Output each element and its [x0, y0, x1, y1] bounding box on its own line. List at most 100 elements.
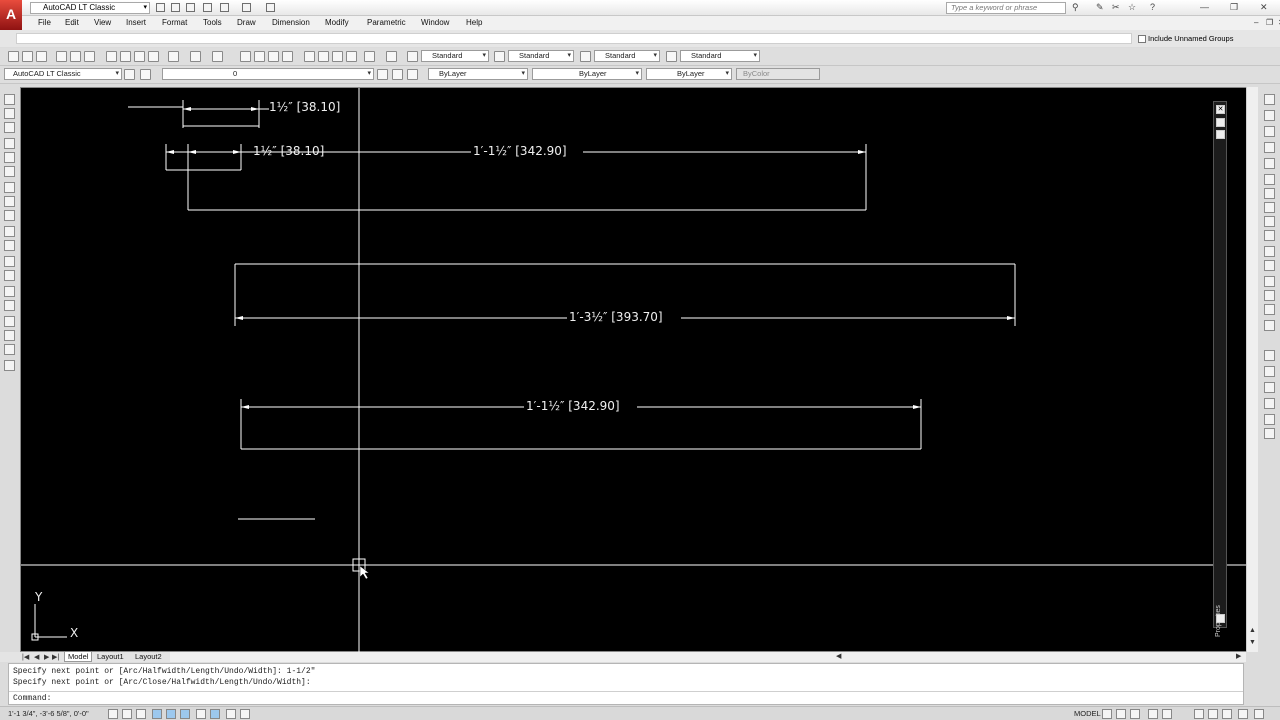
- plot-icon[interactable]: [266, 3, 275, 12]
- close-icon[interactable]: ✕: [1216, 105, 1225, 114]
- send-to-back-icon[interactable]: [1264, 382, 1275, 393]
- new-icon[interactable]: [8, 51, 19, 62]
- restore-icon[interactable]: ❐: [1230, 2, 1238, 13]
- menu-format[interactable]: Format: [162, 18, 187, 27]
- last-tab-icon[interactable]: ▶|: [52, 653, 59, 661]
- mdi-restore-icon[interactable]: ❐: [1266, 18, 1273, 27]
- application-menu-button[interactable]: A: [0, 0, 22, 30]
- menu-edit[interactable]: Edit: [65, 18, 79, 27]
- dynamic-ucs-icon[interactable]: [196, 709, 206, 719]
- rotate-icon[interactable]: [1264, 188, 1275, 199]
- properties-icon[interactable]: [1216, 614, 1225, 623]
- quick-properties-icon[interactable]: [240, 709, 250, 719]
- object-snap-tracking-icon[interactable]: [180, 709, 190, 719]
- undo-icon[interactable]: [220, 3, 229, 12]
- copy-object-icon[interactable]: [1264, 110, 1275, 121]
- previous-tab-icon[interactable]: ◀: [34, 653, 39, 661]
- zoom-window-icon[interactable]: [268, 51, 279, 62]
- polyline-icon[interactable]: [4, 122, 15, 133]
- explode-icon[interactable]: [1264, 320, 1275, 331]
- gradient-icon[interactable]: [4, 316, 15, 327]
- make-block-icon[interactable]: [4, 270, 15, 281]
- dynamic-input-icon[interactable]: [210, 709, 220, 719]
- spline-icon[interactable]: [4, 210, 15, 221]
- stretch-icon[interactable]: [1264, 216, 1275, 227]
- save-icon[interactable]: [36, 51, 47, 62]
- grid-display-icon[interactable]: [122, 709, 132, 719]
- ortho-mode-icon[interactable]: [136, 709, 146, 719]
- revision-cloud-icon[interactable]: [4, 196, 15, 207]
- menu-dimension[interactable]: Dimension: [272, 18, 310, 27]
- object-snap-icon[interactable]: [166, 709, 176, 719]
- menu-modify[interactable]: Modify: [325, 18, 349, 27]
- menu-parametric[interactable]: Parametric: [367, 18, 406, 27]
- auto-scale-icon[interactable]: [1162, 709, 1172, 719]
- color-select[interactable]: ByLayer ▾: [428, 68, 528, 80]
- scroll-right-icon[interactable]: ▶: [1236, 652, 1241, 660]
- bring-to-front-icon[interactable]: [1264, 366, 1275, 377]
- model-space-button[interactable]: MODEL: [1074, 709, 1101, 718]
- chamfer-icon[interactable]: [1264, 290, 1275, 301]
- move-icon[interactable]: [1264, 174, 1275, 185]
- table-style-icon[interactable]: [580, 51, 591, 62]
- new-file-icon[interactable]: [156, 3, 165, 12]
- mirror-icon[interactable]: [1264, 126, 1275, 137]
- tab-layout2[interactable]: Layout2: [132, 652, 165, 662]
- menu-file[interactable]: File: [38, 18, 51, 27]
- break-icon[interactable]: [1264, 260, 1275, 271]
- publish-icon[interactable]: [84, 51, 95, 62]
- match-properties-icon[interactable]: [148, 51, 159, 62]
- dimension-style-icon[interactable]: [494, 51, 505, 62]
- minimize-icon[interactable]: —: [1200, 2, 1209, 12]
- help-icon[interactable]: ?: [1150, 2, 1155, 12]
- scroll-up-icon[interactable]: ▲: [1249, 627, 1256, 634]
- send-under-icon[interactable]: [1264, 414, 1275, 425]
- extend-icon[interactable]: [1264, 246, 1275, 257]
- tool-palettes-icon[interactable]: [332, 51, 343, 62]
- lock-icon[interactable]: [1208, 709, 1218, 719]
- ellipse-icon[interactable]: [4, 226, 15, 237]
- next-tab-icon[interactable]: ▶: [44, 653, 49, 661]
- quick-view-drawings-icon[interactable]: [1116, 709, 1126, 719]
- help-icon[interactable]: [386, 51, 397, 62]
- zoom-previous-icon[interactable]: [282, 51, 293, 62]
- bring-above-icon[interactable]: [1264, 398, 1275, 409]
- make-current-icon[interactable]: [377, 69, 388, 80]
- drawing-area[interactable]: 1½″ [38.10] 1½″ [38.10] 1′-1½″ [342.90] …: [20, 87, 1258, 675]
- text-style-select[interactable]: Standard ▾: [421, 50, 489, 62]
- cut-icon[interactable]: [106, 51, 117, 62]
- design-center-icon[interactable]: [318, 51, 329, 62]
- coordinate-display[interactable]: 1'-1 3/4", -3'-6 5/8", 0'-0": [8, 709, 89, 718]
- undo-icon[interactable]: [190, 51, 201, 62]
- region-icon[interactable]: [4, 330, 15, 341]
- circle-icon[interactable]: [4, 182, 15, 193]
- palette-options-icon[interactable]: [1216, 130, 1225, 139]
- annotation-visibility-icon[interactable]: [1148, 709, 1158, 719]
- save-icon[interactable]: [186, 3, 195, 12]
- table-icon[interactable]: [4, 344, 15, 355]
- polar-tracking-icon[interactable]: [152, 709, 162, 719]
- tab-model[interactable]: Model: [64, 652, 93, 662]
- quick-view-layouts-icon[interactable]: [1102, 709, 1112, 719]
- autohide-icon[interactable]: [1216, 118, 1225, 127]
- subscription-icon[interactable]: ✎: [1096, 2, 1104, 13]
- multiline-text-icon[interactable]: [4, 360, 15, 371]
- insert-block-icon[interactable]: [4, 256, 15, 267]
- isolate-objects-icon[interactable]: [1222, 709, 1232, 719]
- hatch-icon[interactable]: [4, 300, 15, 311]
- redo-icon[interactable]: [242, 3, 251, 12]
- horizontal-scrollbar[interactable]: ◀ ▶: [170, 652, 1246, 662]
- mdi-minimize-icon[interactable]: –: [1254, 18, 1258, 27]
- first-tab-icon[interactable]: |◀: [22, 653, 29, 661]
- snap-mode-icon[interactable]: [108, 709, 118, 719]
- workspace-switching-icon[interactable]: [1194, 709, 1204, 719]
- layer-select[interactable]: 0 ▾: [162, 68, 374, 80]
- menu-view[interactable]: View: [94, 18, 111, 27]
- scale-icon[interactable]: [1264, 202, 1275, 213]
- fillet-icon[interactable]: [1264, 304, 1275, 315]
- multileader-style-select[interactable]: Standard ▾: [680, 50, 760, 62]
- menu-window[interactable]: Window: [421, 18, 449, 27]
- properties-palette[interactable]: ✕ Properties: [1213, 101, 1227, 637]
- layer-state-icon[interactable]: [407, 69, 418, 80]
- linetype-select[interactable]: ByLayer ▾: [532, 68, 642, 80]
